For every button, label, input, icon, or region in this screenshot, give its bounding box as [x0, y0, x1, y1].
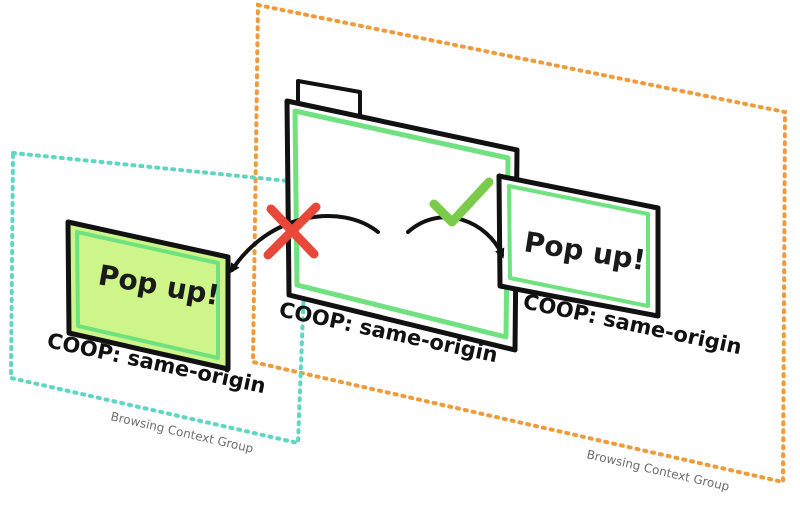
- popup-window-left: Pop up! COOP: same-origin: [45, 219, 268, 398]
- popup-window-right: Pop up! COOP: same-origin: [496, 173, 744, 359]
- coop-diagram: Browsing Context Group Browsing Context …: [8, 2, 788, 494]
- main-window: COOP: same-origin: [277, 79, 520, 367]
